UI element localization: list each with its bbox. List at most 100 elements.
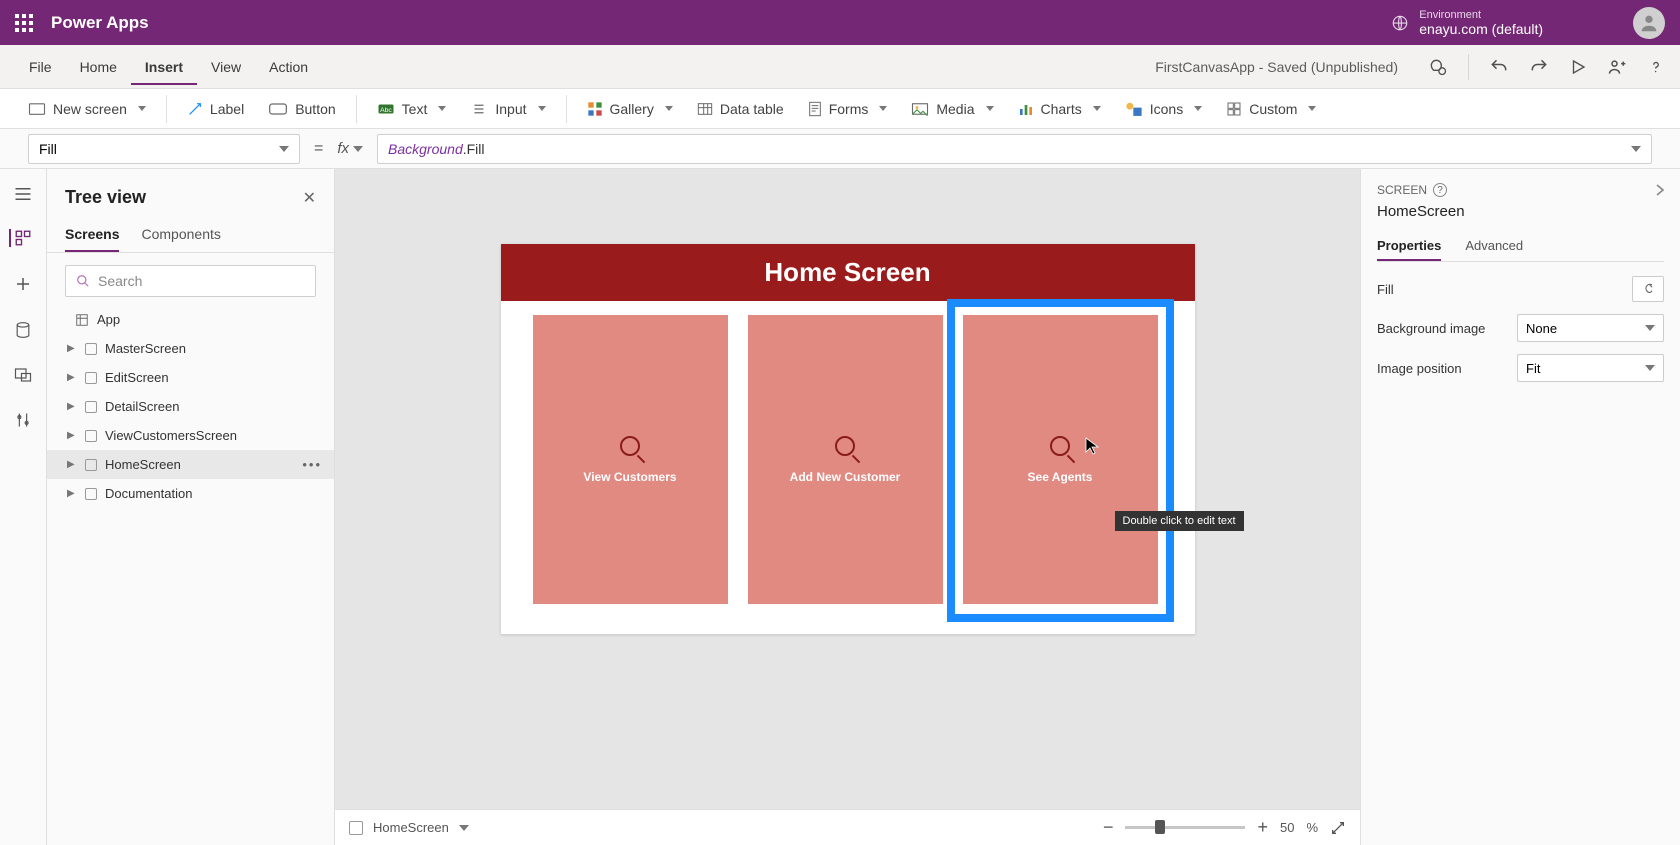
menu-view[interactable]: View (197, 49, 255, 85)
property-selector[interactable]: Fill (28, 134, 300, 164)
play-icon[interactable] (1569, 58, 1587, 76)
brand-title: Power Apps (51, 13, 149, 33)
tree-item-label: MasterScreen (105, 341, 186, 356)
env-label: Environment (1419, 9, 1543, 21)
caret-right-icon: ▶ (67, 430, 77, 441)
tree-item-detailscreen[interactable]: ▶ DetailScreen (47, 392, 334, 421)
menubar: File Home Insert View Action FirstCanvas… (0, 45, 1680, 89)
tree-item-editscreen[interactable]: ▶ EditScreen (47, 363, 334, 392)
tree-item-documentation[interactable]: ▶ Documentation (47, 479, 334, 508)
formula-prop: .Fill (463, 141, 485, 157)
btn-custom-label: Custom (1249, 101, 1297, 117)
more-icon[interactable]: ••• (302, 457, 322, 472)
tree-item-app[interactable]: App (47, 305, 334, 334)
prop-bg-image-select[interactable]: None (1517, 314, 1664, 342)
btn-label-label: Label (210, 101, 244, 117)
rail-insert-icon[interactable] (14, 275, 32, 293)
formula-input[interactable]: Background.Fill (377, 134, 1652, 164)
card-view-customers[interactable]: View Customers (533, 315, 728, 604)
btn-charts[interactable]: Charts (1008, 95, 1111, 123)
tab-properties[interactable]: Properties (1377, 232, 1441, 261)
checker-icon[interactable] (1428, 57, 1448, 77)
help-icon[interactable] (1647, 58, 1665, 76)
tree-item-masterscreen[interactable]: ▶ MasterScreen (47, 334, 334, 363)
btn-gallery-label: Gallery (610, 101, 654, 117)
menu-home[interactable]: Home (66, 49, 131, 85)
btn-media-label: Media (936, 101, 974, 117)
tab-screens[interactable]: Screens (65, 218, 119, 252)
prop-img-pos-select[interactable]: Fit (1517, 354, 1664, 382)
tree-item-label: HomeScreen (105, 457, 181, 472)
btn-icons[interactable]: Icons (1115, 95, 1212, 123)
btn-button-label: Button (295, 101, 335, 117)
btn-forms-label: Forms (829, 101, 869, 117)
screen-icon (349, 821, 363, 835)
menu-insert[interactable]: Insert (131, 49, 197, 85)
rail-tree-icon[interactable] (9, 229, 32, 247)
prop-bg-image-value: None (1526, 321, 1557, 336)
zoom-in-button[interactable]: + (1257, 817, 1268, 838)
tree-item-label: DetailScreen (105, 399, 179, 414)
share-icon[interactable] (1607, 57, 1627, 77)
btn-data-table[interactable]: Data table (687, 95, 794, 123)
formula-bar: Fill = fx Background.Fill (0, 129, 1680, 169)
rail-hamburger-icon[interactable] (14, 187, 32, 201)
environment-picker[interactable]: Environment enayu.com (default) (1391, 9, 1543, 37)
waffle-icon[interactable] (15, 14, 33, 32)
chevron-down-icon[interactable] (459, 825, 469, 831)
screen-icon (85, 343, 97, 355)
btn-media[interactable]: Media (901, 95, 1003, 123)
chevron-right-icon[interactable] (1656, 184, 1664, 196)
env-value: enayu.com (default) (1419, 21, 1543, 37)
prop-img-pos-label: Image position (1377, 361, 1517, 376)
card-add-new-customer[interactable]: Add New Customer (748, 315, 943, 604)
search-icon (835, 436, 855, 456)
caret-right-icon: ▶ (67, 343, 77, 354)
screen-icon (85, 430, 97, 442)
tree-item-label: EditScreen (105, 370, 169, 385)
zoom-out-button[interactable]: − (1103, 817, 1114, 838)
tab-components[interactable]: Components (141, 218, 220, 252)
close-icon[interactable]: ✕ (303, 188, 316, 208)
tree-title: Tree view (65, 187, 303, 208)
redo-icon[interactable] (1529, 57, 1549, 77)
menu-action[interactable]: Action (255, 49, 322, 85)
tree-item-homescreen[interactable]: ▶ HomeScreen ••• (47, 450, 334, 479)
property-selector-value: Fill (39, 141, 57, 157)
btn-forms[interactable]: Forms (798, 95, 898, 123)
tree-item-viewcustomersscreen[interactable]: ▶ ViewCustomersScreen (47, 421, 334, 450)
rail-media-icon[interactable] (14, 367, 32, 383)
menu-file[interactable]: File (15, 49, 66, 85)
prop-fill-button[interactable] (1632, 276, 1664, 302)
props-section-label: SCREEN (1377, 183, 1427, 197)
tab-advanced[interactable]: Advanced (1465, 232, 1523, 261)
zoom-unit: % (1306, 820, 1318, 835)
fit-to-window-icon[interactable] (1330, 820, 1346, 836)
card-see-agents[interactable]: See Agents Double click to edit text (963, 315, 1158, 604)
help-icon[interactable]: ? (1433, 183, 1447, 197)
btn-button[interactable]: Button (258, 95, 345, 123)
canvas-area: Home Screen View Customers Add New Custo… (335, 169, 1360, 845)
chevron-down-icon (1631, 146, 1641, 152)
user-avatar[interactable] (1633, 7, 1665, 39)
zoom-slider[interactable] (1125, 826, 1245, 829)
screen-icon (85, 372, 97, 384)
rail-data-icon[interactable] (15, 321, 31, 339)
btn-gallery[interactable]: Gallery (577, 95, 683, 123)
btn-label[interactable]: Label (177, 95, 254, 123)
tree-search-input[interactable]: Search (65, 265, 316, 297)
app-status: FirstCanvasApp - Saved (Unpublished) (1155, 59, 1398, 75)
rail-tools-icon[interactable] (15, 411, 31, 429)
search-icon (620, 436, 640, 456)
btn-text[interactable]: Abc Text (367, 95, 457, 123)
btn-custom[interactable]: Custom (1216, 95, 1326, 123)
btn-new-screen[interactable]: New screen (18, 95, 156, 123)
device-preview[interactable]: Home Screen View Customers Add New Custo… (501, 244, 1195, 634)
btn-input[interactable]: Input (460, 95, 555, 123)
caret-right-icon: ▶ (67, 459, 77, 470)
props-title: HomeScreen (1377, 203, 1664, 220)
undo-icon[interactable] (1489, 57, 1509, 77)
fx-icon[interactable]: fx (337, 140, 363, 157)
btn-charts-label: Charts (1041, 101, 1082, 117)
status-screen-name[interactable]: HomeScreen (373, 820, 449, 835)
